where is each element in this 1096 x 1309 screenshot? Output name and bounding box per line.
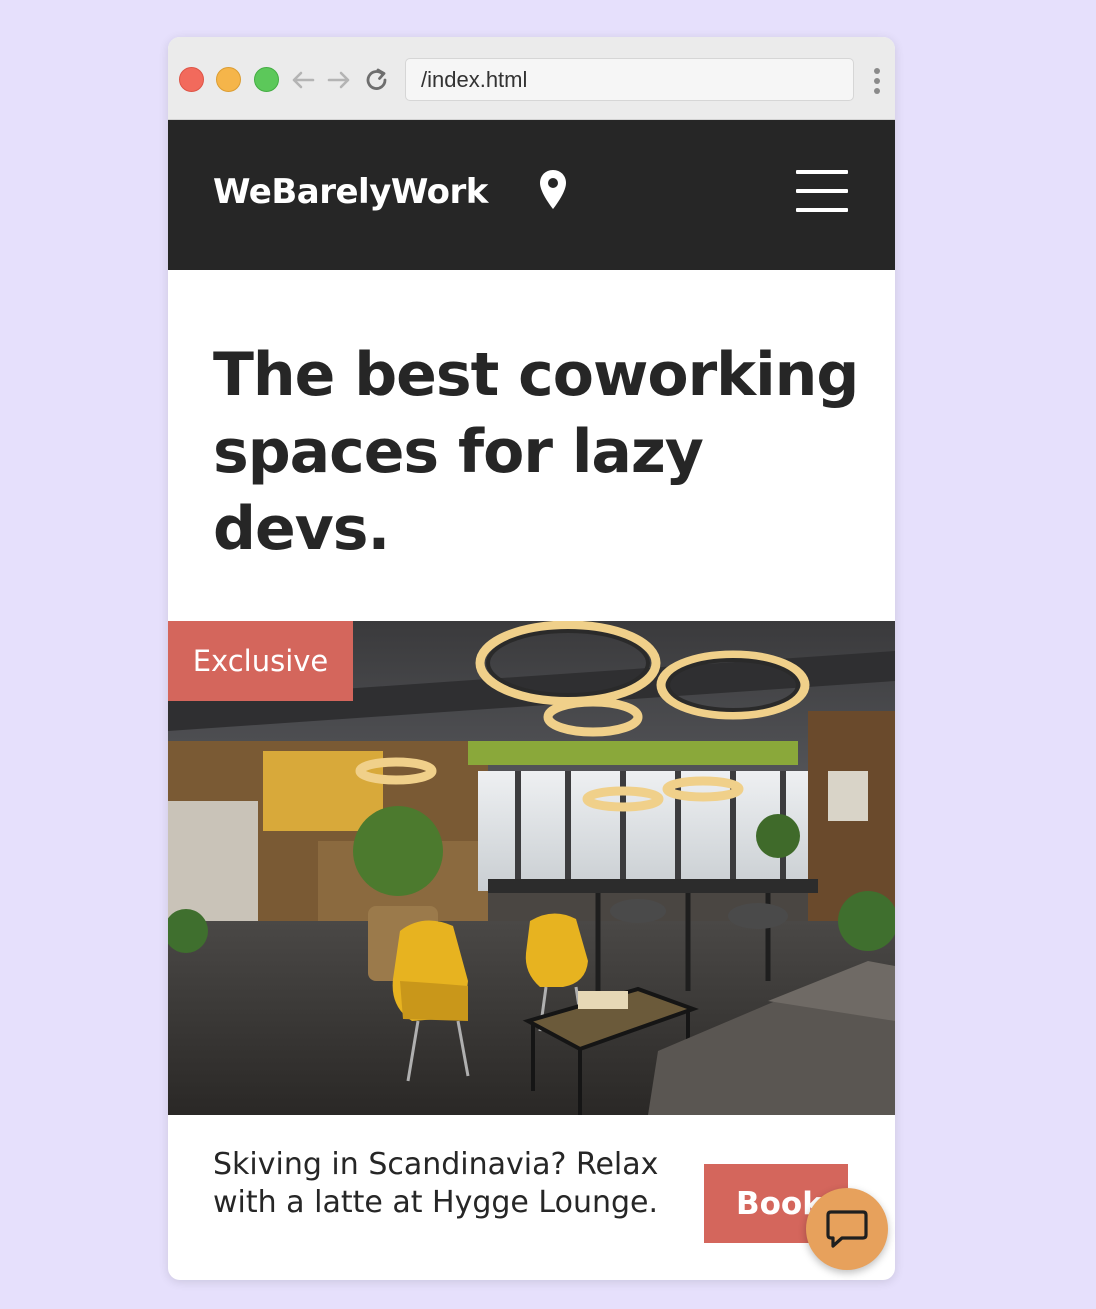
map-pin-icon[interactable] — [537, 168, 569, 212]
chat-launcher-button[interactable] — [806, 1188, 888, 1270]
address-bar[interactable]: /index.html — [405, 58, 854, 101]
hamburger-menu-icon[interactable] — [796, 170, 848, 214]
maximize-window-button[interactable] — [254, 67, 279, 92]
back-arrow-icon[interactable] — [288, 65, 318, 95]
forward-arrow-icon[interactable] — [324, 65, 354, 95]
reload-icon[interactable] — [362, 65, 392, 95]
close-window-button[interactable] — [179, 67, 204, 92]
featured-description: Skiving in Scandinavia? Relax with a lat… — [213, 1147, 659, 1220]
browser-viewport: /index.html WeBarelyWork The best cowork… — [168, 37, 895, 1280]
hero-title: The best coworking spaces for lazy devs. — [213, 340, 859, 564]
brand-logo[interactable]: WeBarelyWork — [213, 172, 488, 212]
exclusive-badge: Exclusive — [168, 621, 353, 701]
minimize-window-button[interactable] — [216, 67, 241, 92]
browser-menu-icon[interactable] — [868, 65, 886, 95]
site-header: WeBarelyWork — [168, 120, 895, 270]
browser-toolbar: /index.html — [168, 37, 895, 120]
chat-bubble-icon — [826, 1210, 868, 1248]
